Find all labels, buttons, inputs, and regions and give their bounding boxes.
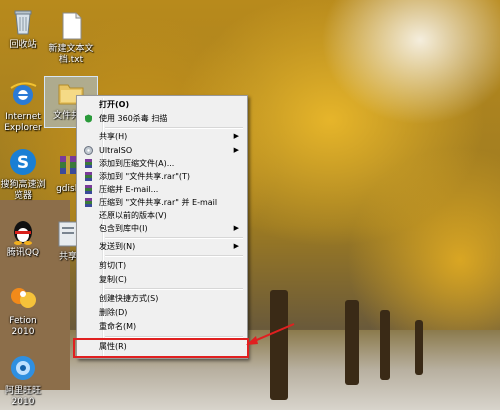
menu-item-label: 压缩到 "文件共享.rar" 并 E-mail: [99, 198, 218, 207]
menu-item-label: 添加到 "文件共享.rar"(T): [99, 172, 191, 181]
menu-item-add-to-archive[interactable]: 添加到压缩文件(A)...: [79, 157, 245, 170]
menu-item-share[interactable]: 共享(H) ▶: [79, 130, 245, 143]
menu-item-label: 添加到压缩文件(A)...: [99, 159, 175, 168]
menu-item-compress-named-email[interactable]: 压缩到 "文件共享.rar" 并 E-mail: [79, 196, 245, 209]
menu-item-compress-email[interactable]: 压缩并 E-mail...: [79, 183, 245, 196]
menu-separator: [105, 127, 243, 129]
aliwangwang-desktop-icon[interactable]: 阿里旺旺 2010: [0, 352, 49, 408]
wallpaper-trunk: [380, 310, 390, 380]
menu-item-label: 包含到库中(I): [99, 224, 148, 233]
menu-item-label: 创建快捷方式(S): [99, 294, 159, 303]
menu-item-ultraiso[interactable]: UltraISO ▶: [79, 144, 245, 157]
menu-item-360-scan[interactable]: 使用 360杀毒 扫描: [79, 112, 245, 125]
menu-item-label: 复制(C): [99, 275, 127, 284]
menu-separator: [105, 237, 243, 239]
qq-penguin-icon: [7, 214, 39, 246]
menu-item-rename[interactable]: 重命名(M): [79, 320, 245, 333]
desktop-icon-label: 回收站: [9, 40, 37, 50]
chevron-right-icon: ▶: [233, 132, 239, 140]
annotation-arrow-icon: [246, 323, 295, 345]
chevron-right-icon: ▶: [233, 146, 239, 154]
winrar-icon: [84, 185, 93, 194]
internet-explorer-icon: [7, 78, 39, 110]
chevron-right-icon: ▶: [233, 224, 239, 232]
menu-item-label: 还原以前的版本(V): [99, 211, 167, 220]
shield-icon: [84, 114, 93, 123]
menu-item-copy[interactable]: 复制(C): [79, 273, 245, 286]
menu-item-open[interactable]: 打开(O): [79, 98, 245, 111]
menu-item-label: 使用 360杀毒 扫描: [99, 114, 168, 123]
winrar-icon: [84, 198, 93, 207]
winrar-icon: [84, 172, 93, 181]
desktop-icon-label: 阿里旺旺 2010: [4, 386, 41, 407]
menu-separator: [105, 288, 243, 290]
menu-item-add-to-named-archive[interactable]: 添加到 "文件共享.rar"(T): [79, 170, 245, 183]
menu-item-label: 打开(O): [99, 100, 130, 109]
chevron-right-icon: ▶: [233, 242, 239, 250]
text-document-icon: [55, 10, 87, 42]
menu-item-label: 共享(H): [99, 132, 128, 141]
desktop-icon-label: Fetion 2010: [9, 316, 37, 337]
recycle-bin-icon: [7, 6, 39, 38]
context-menu: 打开(O) 使用 360杀毒 扫描 共享(H) ▶ UltraISO ▶ 添加到…: [76, 95, 248, 359]
menu-item-restore-versions[interactable]: 还原以前的版本(V): [79, 209, 245, 222]
menu-item-label: 压缩并 E-mail...: [99, 185, 159, 194]
desktop-icon-label: Internet Explorer: [4, 112, 42, 133]
menu-item-include-in-library[interactable]: 包含到库中(I) ▶: [79, 222, 245, 235]
menu-item-label: 删除(D): [99, 308, 128, 317]
disc-icon: [84, 146, 93, 155]
recycle-bin-desktop-icon[interactable]: 回收站: [0, 6, 49, 51]
sogou-browser-icon: S: [7, 146, 39, 178]
properties-highlight-box: [73, 338, 249, 358]
fetion-icon: [7, 282, 39, 314]
menu-item-label: 发送到(N): [99, 242, 136, 251]
svg-text:S: S: [17, 153, 29, 173]
menu-item-delete[interactable]: 删除(D): [79, 306, 245, 319]
menu-item-cut[interactable]: 剪切(T): [79, 259, 245, 272]
aliwangwang-icon: [7, 352, 39, 384]
wallpaper-trunk: [345, 300, 359, 385]
text-file-desktop-icon[interactable]: 新建文本文档.txt: [45, 10, 97, 66]
desktop-icon-label: 新建文本文档.txt: [48, 44, 94, 65]
wallpaper-trunk: [415, 320, 423, 375]
menu-separator: [105, 255, 243, 257]
menu-item-label: 剪切(T): [99, 261, 127, 270]
menu-item-label: UltraISO: [99, 146, 133, 155]
winrar-icon: [84, 159, 93, 168]
fetion-desktop-icon[interactable]: Fetion 2010: [0, 282, 49, 338]
menu-item-create-shortcut[interactable]: 创建快捷方式(S): [79, 292, 245, 305]
ie-desktop-icon[interactable]: Internet Explorer: [0, 78, 49, 134]
menu-item-send-to[interactable]: 发送到(N) ▶: [79, 240, 245, 253]
menu-item-label: 重命名(M): [99, 322, 137, 331]
